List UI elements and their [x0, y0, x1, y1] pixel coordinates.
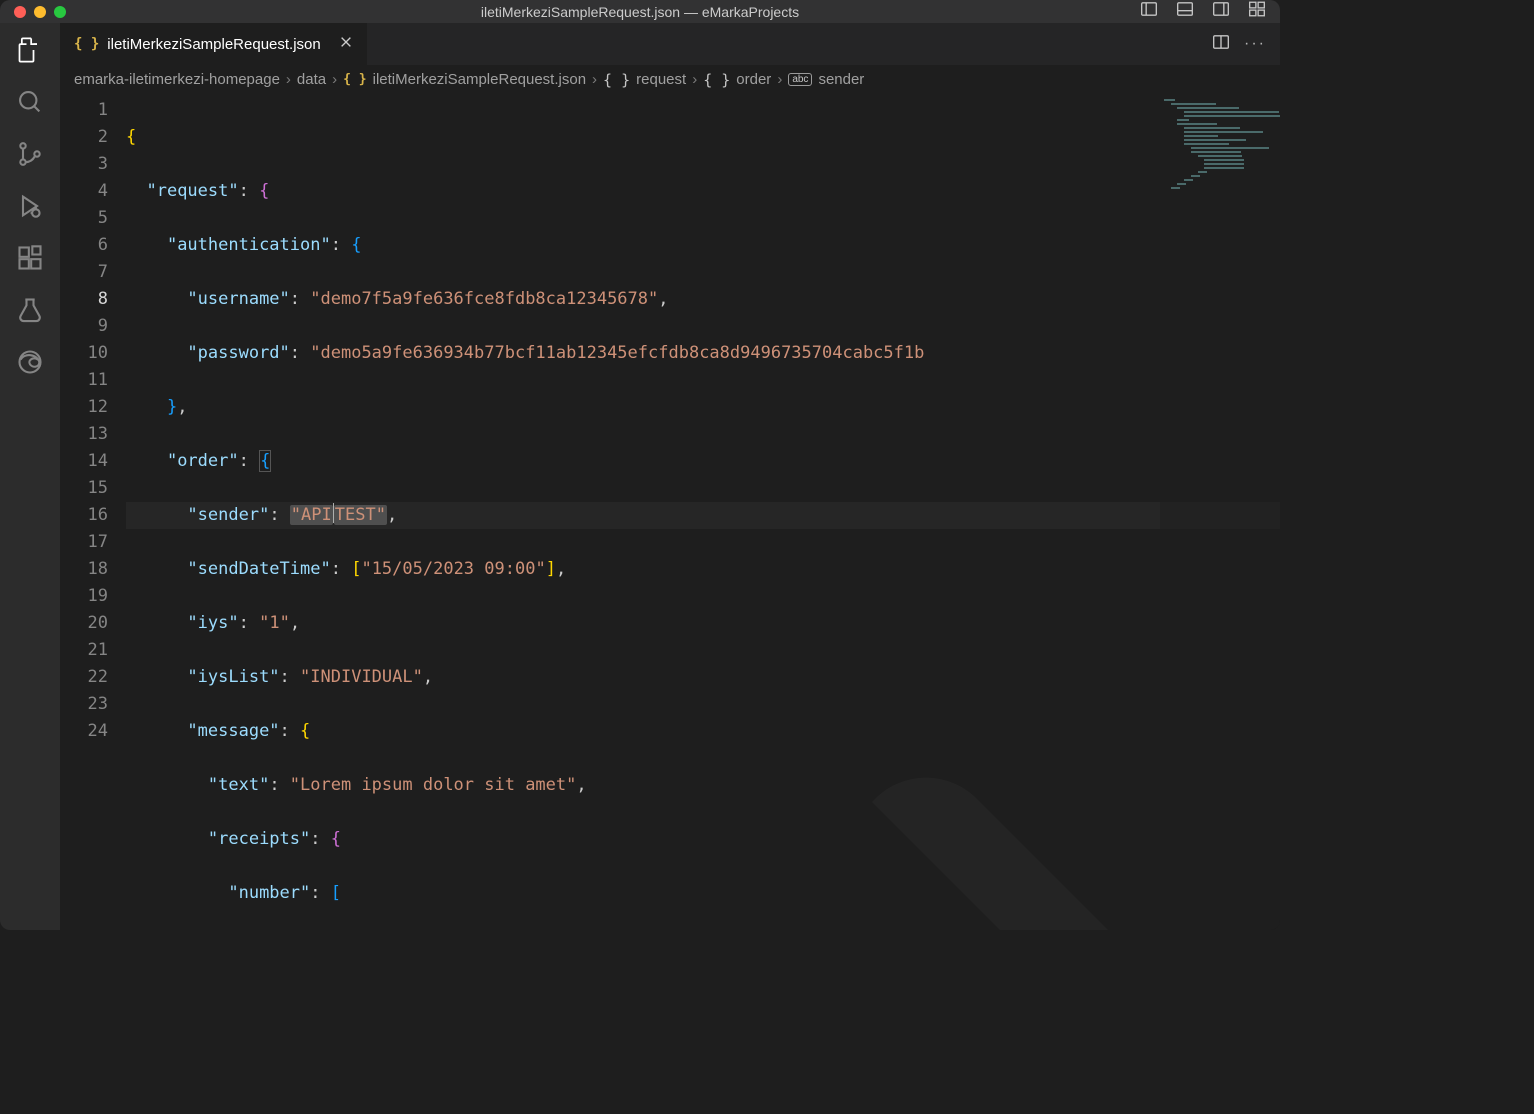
line-number: 20: [60, 610, 108, 637]
toggle-secondary-sidebar-icon[interactable]: [1212, 0, 1230, 23]
code-line[interactable]: "sendDateTime": ["15/05/2023 09:00"],: [126, 556, 1280, 583]
toggle-primary-sidebar-icon[interactable]: [1140, 0, 1158, 23]
line-number: 11: [60, 367, 108, 394]
line-number: 13: [60, 421, 108, 448]
code-line[interactable]: },: [126, 394, 1280, 421]
line-number: 1: [60, 97, 108, 124]
string-icon: abc: [788, 73, 812, 86]
line-number: 2: [60, 124, 108, 151]
line-number: 15: [60, 475, 108, 502]
breadcrumb-file[interactable]: iletiMerkeziSampleRequest.json: [373, 71, 586, 88]
search-icon[interactable]: [15, 87, 45, 117]
source-control-icon[interactable]: [15, 139, 45, 169]
maximize-window-button[interactable]: [54, 6, 66, 18]
code-line[interactable]: "sender": "APITEST",: [126, 502, 1280, 529]
code-line[interactable]: "request": {: [126, 178, 1280, 205]
breadcrumb-folder[interactable]: emarka-iletimerkezi-homepage: [74, 71, 280, 88]
code-editor[interactable]: 1 2 3 4 5 6 7 8 9 10 11 12 13 14 15 16 1: [60, 95, 1280, 930]
json-file-icon: { }: [74, 36, 99, 52]
line-number: 24: [60, 718, 108, 745]
line-number: 22: [60, 664, 108, 691]
minimize-window-button[interactable]: [34, 6, 46, 18]
customize-layout-icon[interactable]: [1248, 0, 1266, 23]
activity-bar: [0, 23, 60, 930]
chevron-right-icon: ›: [592, 71, 597, 88]
object-icon: { }: [603, 71, 630, 89]
extensions-icon[interactable]: [15, 243, 45, 273]
testing-icon[interactable]: [15, 295, 45, 325]
line-number: 16: [60, 502, 108, 529]
line-number: 9: [60, 313, 108, 340]
line-number: 23: [60, 691, 108, 718]
chevron-right-icon: ›: [286, 71, 291, 88]
breadcrumb-node-sender[interactable]: sender: [818, 71, 864, 88]
tabs-bar: { } iletiMerkeziSampleRequest.json ···: [60, 23, 1280, 65]
edge-tools-icon[interactable]: [15, 347, 45, 377]
run-debug-icon[interactable]: [15, 191, 45, 221]
object-icon: { }: [703, 71, 730, 89]
code-line[interactable]: "iys": "1",: [126, 610, 1280, 637]
tab-active[interactable]: { } iletiMerkeziSampleRequest.json: [60, 23, 368, 65]
code-line[interactable]: "text": "Lorem ipsum dolor sit amet",: [126, 772, 1280, 799]
code-line[interactable]: "username": "demo7f5a9fe636fce8fdb8ca123…: [126, 286, 1280, 313]
code-line[interactable]: "message": {: [126, 718, 1280, 745]
minimap[interactable]: [1160, 95, 1280, 930]
line-number: 17: [60, 529, 108, 556]
layout-controls: [1140, 0, 1266, 23]
line-number: 10: [60, 340, 108, 367]
code-line[interactable]: "password": "demo5a9fe636934b77bcf11ab12…: [126, 340, 1280, 367]
chevron-right-icon: ›: [777, 71, 782, 88]
breadcrumb-subfolder[interactable]: data: [297, 71, 326, 88]
toggle-panel-icon[interactable]: [1176, 0, 1194, 23]
line-number: 5: [60, 205, 108, 232]
line-number: 19: [60, 583, 108, 610]
line-number: 12: [60, 394, 108, 421]
code-line[interactable]: "authentication": {: [126, 232, 1280, 259]
line-number: 6: [60, 232, 108, 259]
code-line[interactable]: "receipts": {: [126, 826, 1280, 853]
line-gutter: 1 2 3 4 5 6 7 8 9 10 11 12 13 14 15 16 1: [60, 95, 126, 930]
line-number: 21: [60, 637, 108, 664]
breadcrumb-node-request[interactable]: request: [636, 71, 686, 88]
line-number: 7: [60, 259, 108, 286]
line-number: 4: [60, 178, 108, 205]
window-controls: [14, 6, 66, 18]
line-number: 18: [60, 556, 108, 583]
more-actions-icon[interactable]: ···: [1244, 35, 1266, 53]
line-number: 14: [60, 448, 108, 475]
json-file-icon: { }: [343, 72, 366, 87]
code-line[interactable]: {: [126, 124, 1280, 151]
close-tab-icon[interactable]: [339, 35, 353, 53]
breadcrumb-node-order[interactable]: order: [736, 71, 771, 88]
app-window: iletiMerkeziSampleRequest.json — eMarkaP…: [0, 0, 1280, 930]
line-number: 3: [60, 151, 108, 178]
code-line[interactable]: "iysList": "INDIVIDUAL",: [126, 664, 1280, 691]
explorer-icon[interactable]: [15, 35, 45, 65]
code-line[interactable]: "number": [: [126, 880, 1280, 907]
code-line[interactable]: "order": {: [126, 448, 1280, 475]
titlebar: iletiMerkeziSampleRequest.json — eMarkaP…: [0, 0, 1280, 23]
tab-filename: iletiMerkeziSampleRequest.json: [107, 36, 320, 53]
main-area: { } iletiMerkeziSampleRequest.json ··· e…: [0, 23, 1280, 930]
chevron-right-icon: ›: [332, 71, 337, 88]
editor-area: { } iletiMerkeziSampleRequest.json ··· e…: [60, 23, 1280, 930]
chevron-right-icon: ›: [692, 71, 697, 88]
code-content[interactable]: { "request": { "authentication": { "user…: [126, 95, 1280, 930]
split-editor-icon[interactable]: [1212, 33, 1230, 56]
line-number: 8: [60, 286, 108, 313]
close-window-button[interactable]: [14, 6, 26, 18]
breadcrumbs[interactable]: emarka-iletimerkezi-homepage › data › { …: [60, 65, 1280, 95]
window-title: iletiMerkeziSampleRequest.json — eMarkaP…: [0, 4, 1280, 20]
